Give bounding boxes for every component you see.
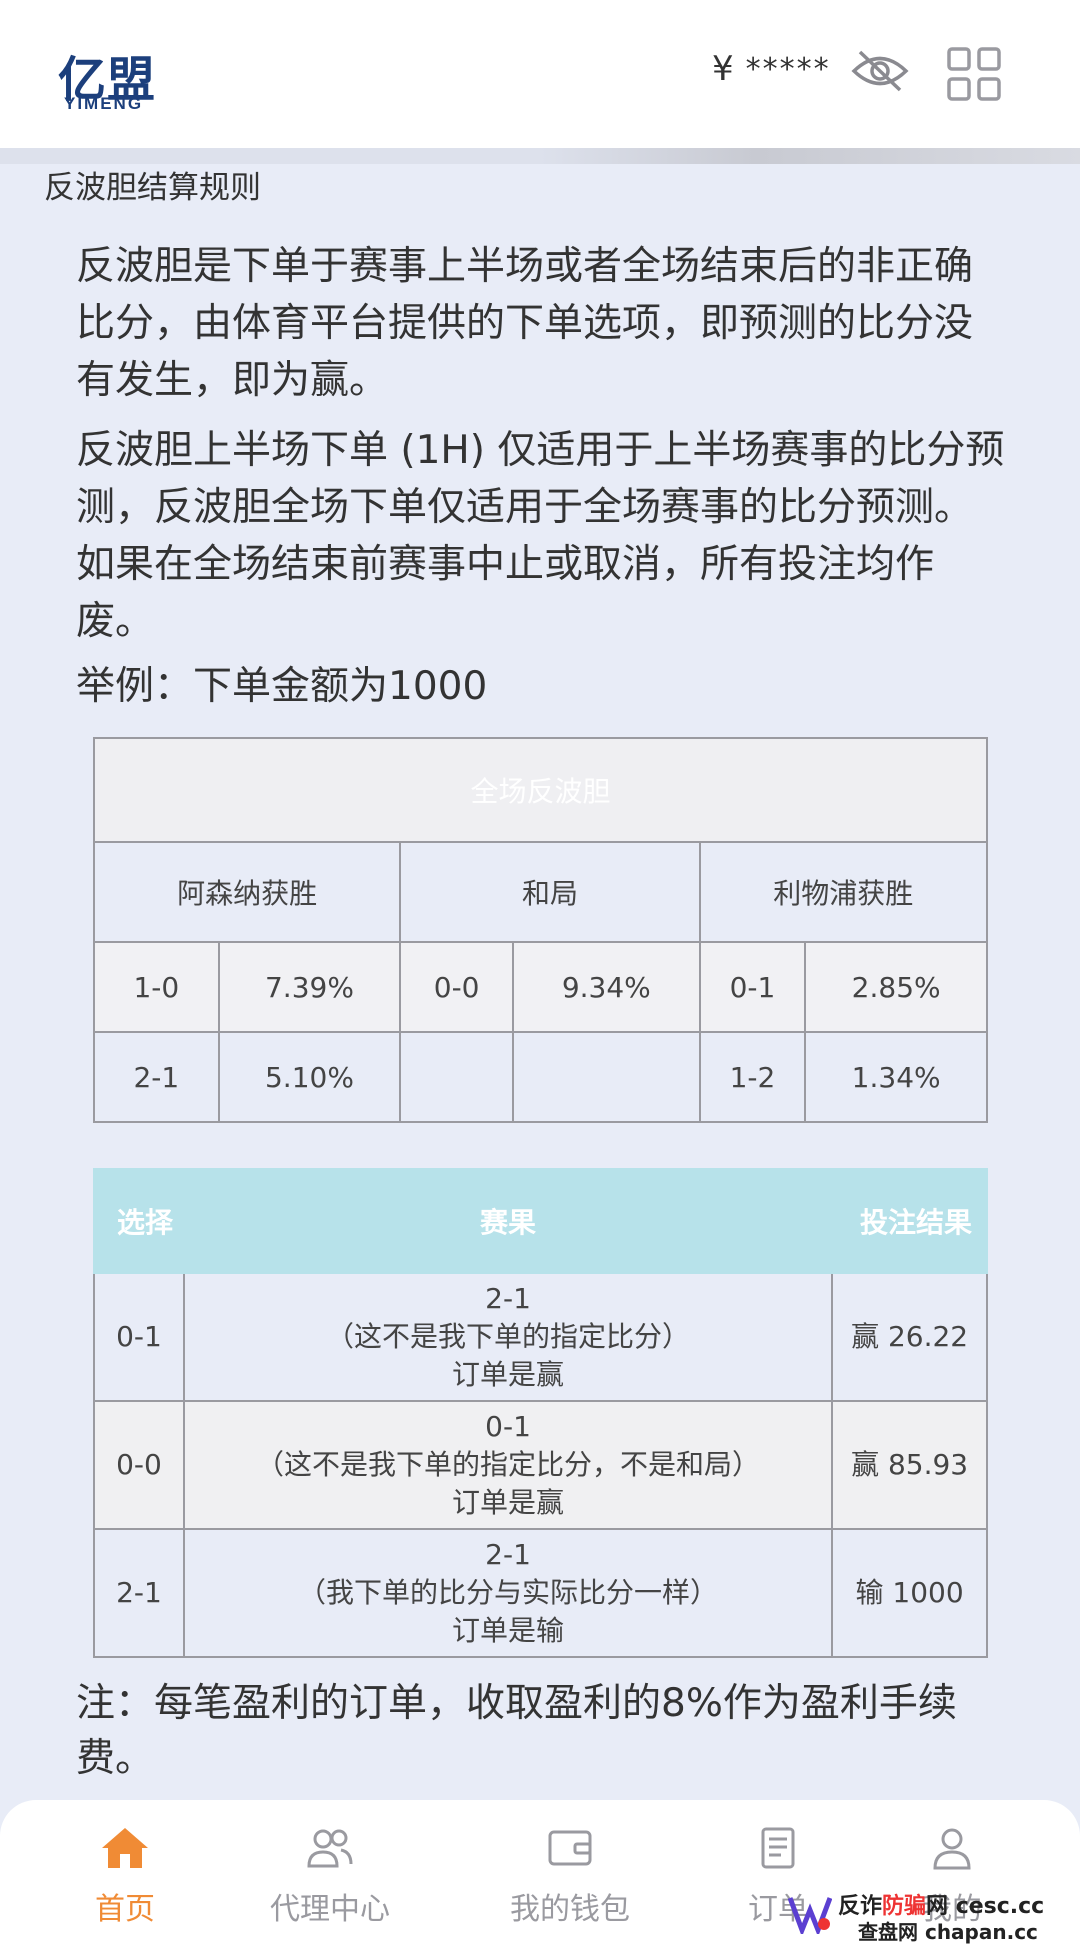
odds-table-title: 全场反波胆 [93,737,988,843]
currency-symbol: ¥ [712,49,734,89]
header-result: 赛果 [182,1168,834,1274]
row-verdict: 订单是输 [452,1614,565,1647]
row-outcome: 输 1000 [831,1528,988,1658]
row-pick: 2-1 [93,1528,185,1658]
odds-rate: 7.39% [217,941,402,1033]
page-title: 反波胆结算规则 [44,170,261,206]
row-result: 0-1 （这不是我下单的指定比分，不是和局） 订单是赢 [182,1400,834,1530]
row-pick: 0-0 [93,1400,185,1530]
row-explain: （我下单的比分与实际比分一样） [298,1576,719,1609]
row-outcome: 赢 26.22 [831,1272,988,1402]
row-pick: 0-1 [93,1272,185,1402]
logo-english-text: YIMENG [64,94,144,113]
odds-score: 0-0 [399,941,514,1033]
balance-masked: ***** [745,51,831,87]
rule-paragraph-2: 反波胆上半场下单 (1H) 仅适用于上半场赛事的比分预测，反波胆全场下单仅适用于… [76,428,1005,644]
table-row: 0-0 0-1 （这不是我下单的指定比分，不是和局） 订单是赢 赢 85.93 [93,1400,988,1530]
odds-score: 2-1 [93,1031,220,1123]
row-score: 0-1 [485,1410,531,1443]
app-header: 亿盟 YIMENG ¥ ***** [0,0,1080,148]
watermark: 反诈防骗网 cesc.cc 查盘网 chapan.cc [748,1888,1068,1944]
tab-home[interactable]: 首页 [35,1822,215,1932]
example-text: 举例：下单金额为1000 [76,664,488,709]
row-explain: （这不是我下单的指定比分） [326,1320,691,1353]
user-icon [933,1828,971,1870]
yimeng-logo[interactable]: 亿盟 YIMENG [58,40,178,118]
rule-paragraph-1: 反波胆是下单于赛事上半场或者全场结束后的非正确比分，由体育平台提供的下单选项，即… [76,244,974,403]
odds-score: 1-2 [698,1031,807,1123]
eye-hidden-icon[interactable] [850,48,910,94]
odds-rate: 5.10% [217,1031,402,1123]
home-icon [102,1828,148,1868]
row-score: 2-1 [485,1538,531,1571]
watermark-logo-icon [788,1897,832,1934]
watermark-line2: 查盘网 chapan.cc [858,1920,1038,1944]
odds-rate: 2.85% [804,941,988,1033]
wallet-icon [548,1830,592,1866]
users-icon [307,1829,353,1868]
result-table: 选择 赛果 投注结果 0-1 2-1 （这不是我下单的指定比分） 订单是赢 赢 … [93,1168,988,1658]
row-result: 2-1 （我下单的比分与实际比分一样） 订单是输 [182,1528,834,1658]
odds-rate [511,1031,701,1123]
odds-table: 全场反波胆 阿森纳获胜 和局 利物浦获胜 1-0 7.39% 0-0 9.34%… [92,737,989,1123]
row-explain: （这不是我下单的指定比分，不是和局） [256,1448,761,1481]
fee-note: 注：每笔盈利的订单，收取盈利的8%作为盈利手续费。 [76,1681,957,1781]
grid-menu-icon[interactable] [946,46,1002,102]
column-draw: 和局 [399,841,701,943]
row-score: 2-1 [485,1282,531,1315]
column-arsenal-win: 阿森纳获胜 [92,841,402,943]
table-row: 0-1 2-1 （这不是我下单的指定比分） 订单是赢 赢 26.22 [93,1272,988,1402]
header-outcome: 投注结果 [831,1168,988,1274]
row-verdict: 订单是赢 [452,1486,565,1519]
header-pick: 选择 [93,1168,185,1274]
balance-display: ¥ ***** [712,44,831,94]
row-verdict: 订单是赢 [452,1358,565,1391]
odds-rate: 1.34% [804,1031,988,1123]
tab-wallet[interactable]: 我的钱包 [480,1822,660,1932]
odds-score: 1-0 [93,941,220,1033]
row-result: 2-1 （这不是我下单的指定比分） 订单是赢 [182,1272,834,1402]
orders-icon [761,1827,795,1869]
tab-agent-center[interactable]: 代理中心 [240,1822,420,1932]
table-row: 2-1 2-1 （我下单的比分与实际比分一样） 订单是输 输 1000 [93,1528,988,1658]
odds-rate: 9.34% [511,941,701,1033]
column-liverpool-win: 利物浦获胜 [698,841,989,943]
tab-home-label: 首页 [95,1892,155,1927]
tab-wallet-label: 我的钱包 [510,1892,630,1927]
odds-score: 0-1 [698,941,807,1033]
row-outcome: 赢 85.93 [831,1400,988,1530]
odds-score [399,1031,514,1123]
tab-agent-center-label: 代理中心 [270,1892,390,1927]
